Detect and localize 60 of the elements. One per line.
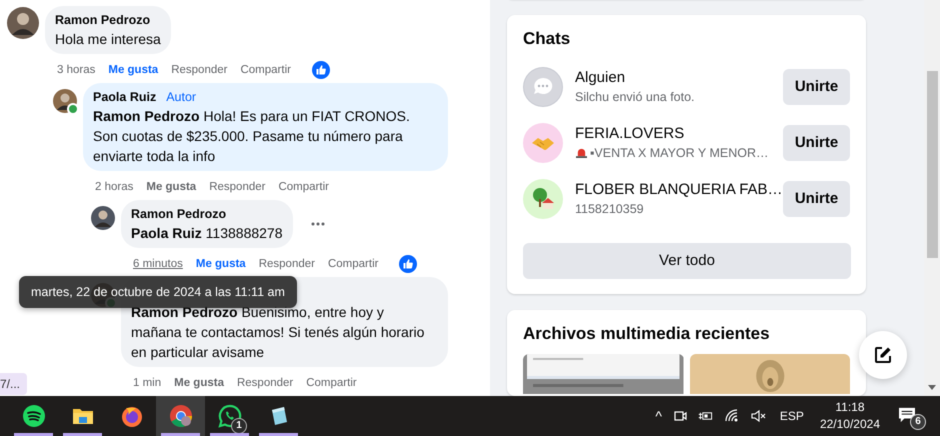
- reply-link[interactable]: Responder: [171, 64, 228, 76]
- avatar[interactable]: [91, 206, 115, 230]
- siren-icon: [575, 147, 588, 158]
- count-badge: 1: [231, 418, 247, 434]
- reply-link[interactable]: Responder: [258, 258, 315, 270]
- reply-link[interactable]: Responder: [236, 376, 294, 388]
- like-reaction-icon[interactable]: [312, 60, 330, 78]
- see-all-button[interactable]: Ver todo: [523, 242, 851, 279]
- like-link[interactable]: Me gusta: [146, 180, 196, 192]
- author-name[interactable]: Ramon Pedrozo: [55, 12, 150, 29]
- more-icon[interactable]: [310, 222, 325, 226]
- join-button[interactable]: Unirte: [783, 68, 850, 105]
- language-indicator[interactable]: ESP: [780, 409, 804, 423]
- muted-speaker-icon[interactable]: [750, 408, 766, 424]
- time-link[interactable]: 3 horas: [57, 64, 96, 76]
- time-link[interactable]: 1 min: [133, 376, 162, 388]
- scrollbar-thumb[interactable]: [927, 71, 938, 258]
- taskbar-app[interactable]: 1: [205, 396, 254, 436]
- chat-preview: ▪VENTA X MAYOR Y MENOR…: [590, 144, 769, 162]
- chat-avatar-icon[interactable]: [523, 178, 563, 219]
- time-link[interactable]: 2 horas: [95, 180, 134, 192]
- like-reaction-icon[interactable]: [399, 254, 418, 272]
- sound-waves-icon: [22, 404, 46, 428]
- chat-preview: Silchu envió una foto.: [575, 88, 695, 106]
- share-link[interactable]: Compartir: [328, 258, 378, 270]
- like-link[interactable]: Me gusta: [108, 64, 158, 76]
- chat-name[interactable]: Alguien: [575, 68, 783, 88]
- like-link[interactable]: Me gusta: [196, 258, 246, 270]
- chat-name[interactable]: FERIA.LOVERS: [575, 124, 783, 144]
- author-name[interactable]: Paola Ruiz: [93, 89, 156, 106]
- join-button[interactable]: Unirte: [783, 180, 850, 217]
- share-link[interactable]: Compartir: [278, 180, 329, 192]
- comment-text: Hola me interesa: [55, 30, 161, 49]
- card-title: Archivos multimedia recientes: [523, 324, 771, 344]
- side-tag[interactable]: 7/...: [0, 373, 27, 395]
- share-link[interactable]: Compartir: [306, 376, 357, 388]
- count-badge: 6: [910, 414, 926, 430]
- show-hidden-icons-button[interactable]: ^: [655, 408, 662, 424]
- date-tooltip: martes, 22 de octubre de 2024 a las 11:11 am: [19, 276, 297, 308]
- browser-icon: [120, 404, 144, 428]
- comment-text: Ramon Pedrozo Hola! Es para un FIAT CRONOS. Son cuotas de $235.000. Pasame tu número para enviarte toda la info: [93, 107, 411, 166]
- clock-date[interactable]: 22/10/2024: [820, 416, 880, 433]
- chat-name[interactable]: FLOBER BLANQUERIA FAB…: [575, 180, 783, 200]
- time-link[interactable]: 6 minutos: [133, 258, 183, 270]
- reply-link[interactable]: Responder: [209, 180, 266, 192]
- author-name[interactable]: Ramon Pedrozo: [131, 206, 226, 223]
- like-link[interactable]: Me gusta: [174, 376, 224, 388]
- edit-icon: [873, 345, 893, 365]
- comment-text: Paola Ruiz 1138888278: [131, 224, 283, 243]
- clock-time[interactable]: 11:18: [835, 399, 865, 416]
- chat-preview: 1158210359: [575, 200, 644, 218]
- card-title: Chats: [523, 28, 572, 49]
- avatar[interactable]: [7, 7, 39, 39]
- phone-bubble-icon: [218, 404, 242, 428]
- wifi-icon[interactable]: [724, 408, 740, 424]
- scroll-down-icon[interactable]: [928, 385, 936, 390]
- author-label: Autor: [166, 89, 196, 106]
- share-link[interactable]: Compartir: [240, 64, 291, 76]
- join-button[interactable]: Unirte: [783, 124, 850, 161]
- browser-icon: [168, 404, 192, 428]
